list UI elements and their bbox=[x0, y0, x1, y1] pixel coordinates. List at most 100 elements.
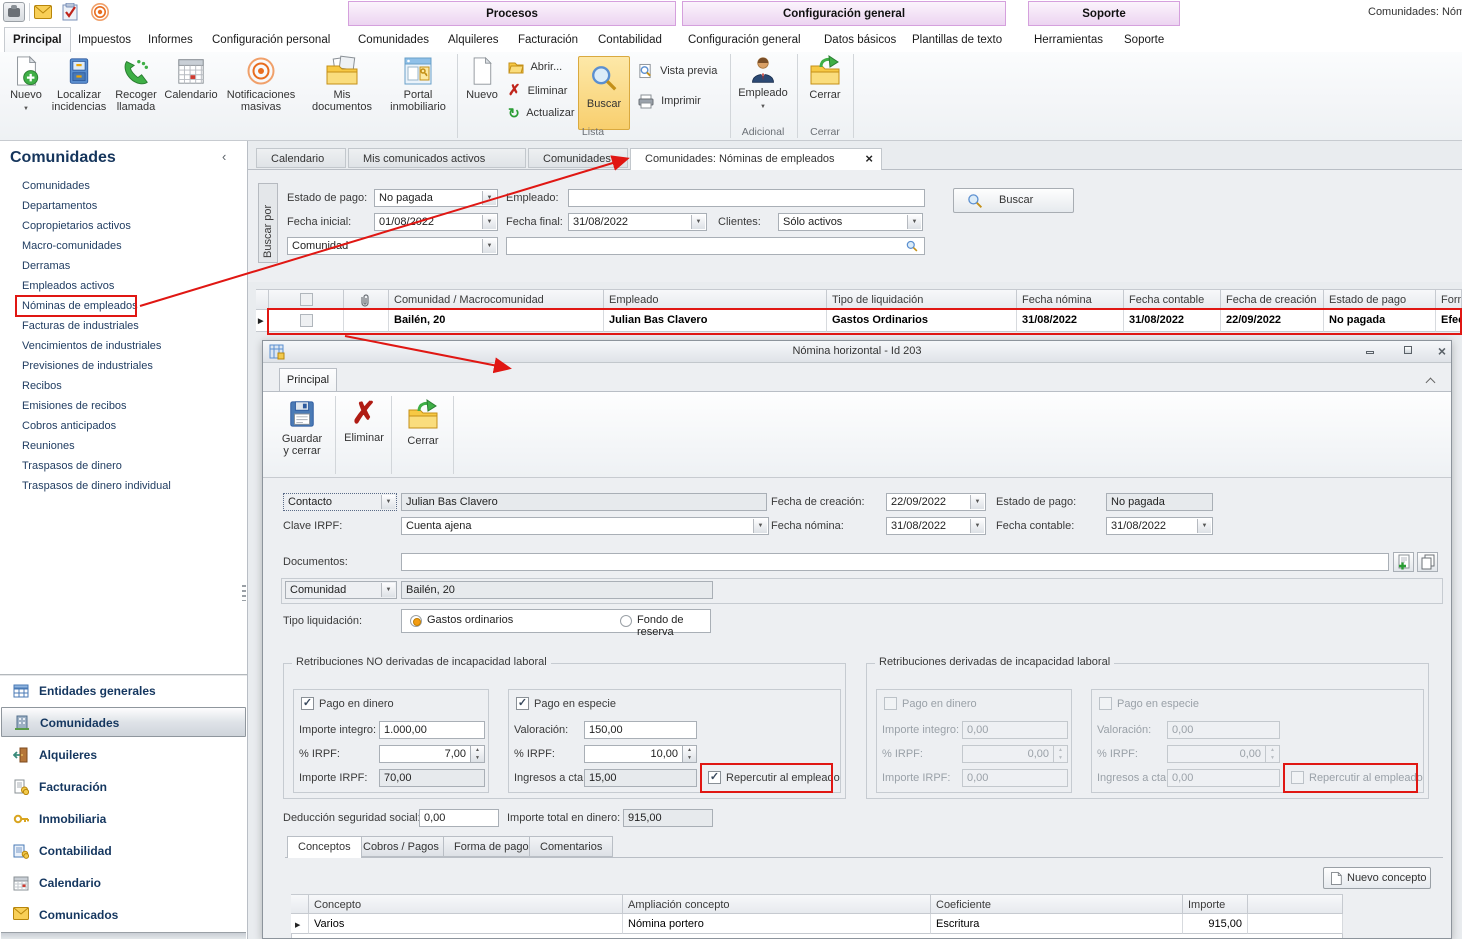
sidebar-item-facturas-de-industriales[interactable]: Facturas de industriales bbox=[0, 316, 246, 336]
radio-gastos-ordinarios[interactable] bbox=[410, 615, 422, 627]
pago-especie-label[interactable]: Pago en especie bbox=[534, 695, 616, 713]
conceptos-header-ampliacion[interactable]: Ampliación concepto bbox=[623, 894, 931, 914]
guardar-y-cerrar-button[interactable]: Guardary cerrar bbox=[273, 396, 331, 474]
collapse-ribbon-icon[interactable] bbox=[1427, 377, 1434, 389]
estado-pago-select[interactable]: No pagada ▼ bbox=[374, 189, 498, 207]
chevron-down-icon[interactable]: ▼ bbox=[381, 495, 395, 509]
sidebar-item-copropietarios-activos[interactable]: Copropietarios activos bbox=[0, 216, 246, 236]
repercutir-label-2[interactable]: Repercutir al empleado bbox=[1309, 769, 1423, 787]
tab-comunidades[interactable]: Comunidades bbox=[350, 28, 437, 52]
contacto-combo[interactable]: Contacto ▼ bbox=[283, 493, 397, 511]
ribbon-nuevo-button[interactable]: Nuevo ▼ bbox=[4, 55, 48, 113]
tab-forma-de-pago[interactable]: Forma de pago bbox=[443, 836, 540, 857]
chevron-down-icon[interactable]: ▼ bbox=[970, 519, 984, 533]
documentos-input[interactable] bbox=[401, 553, 1389, 571]
tab-conceptos[interactable]: Conceptos bbox=[287, 836, 362, 858]
sidebar-item-reuniones[interactable]: Reuniones bbox=[0, 436, 246, 456]
doc-tab-comunidades[interactable]: Comunidades bbox=[528, 148, 628, 168]
sidebar-item-emisiones-de-recibos[interactable]: Emisiones de recibos bbox=[0, 396, 246, 416]
nav-entidades-generales[interactable]: Entidades generales bbox=[1, 676, 246, 706]
radio-gastos-ordinarios-label[interactable]: Gastos ordinarios bbox=[427, 614, 513, 626]
comunidad-combo[interactable]: Comunidad ▼ bbox=[285, 581, 397, 599]
contacto-value-field[interactable]: Julian Bas Clavero bbox=[401, 493, 767, 511]
ribbon-portal-inmobiliario-button[interactable]: Portal inmobiliario bbox=[385, 55, 451, 113]
grid-header-tipo[interactable]: Tipo de liquidación bbox=[827, 289, 1017, 310]
nuevo-concepto-button[interactable]: Nuevo concepto bbox=[1323, 867, 1431, 889]
ribbon-notificaciones-masivas-button[interactable]: Notificaciones masivas bbox=[221, 55, 301, 113]
conceptos-row-coeficiente[interactable]: Escritura bbox=[931, 914, 1183, 934]
nav-comunidades[interactable]: Comunidades bbox=[1, 707, 246, 737]
ribbon-abrir-button[interactable]: Abrir... bbox=[508, 58, 562, 76]
pago-dinero-label-2[interactable]: Pago en dinero bbox=[902, 695, 977, 713]
empleado-input[interactable] bbox=[568, 189, 925, 207]
tab-cobros-pagos[interactable]: Cobros / Pagos bbox=[352, 836, 450, 857]
row-forma-cell[interactable]: Efect bbox=[1436, 310, 1462, 332]
radio-fondo-reserva-label[interactable]: Fondo de reserva bbox=[637, 614, 710, 638]
tab-datos-basicos[interactable]: Datos básicos bbox=[816, 28, 904, 52]
ribbon-mis-documentos-button[interactable]: Mis documentos bbox=[303, 55, 381, 113]
close-tab-icon[interactable]: × bbox=[865, 149, 873, 169]
close-icon[interactable]: × bbox=[1433, 345, 1451, 359]
grid-header-forma[interactable]: Forma bbox=[1436, 289, 1462, 310]
pct-irpf-input[interactable]: 7,00 bbox=[379, 745, 471, 763]
grid-header-fecha-creacion[interactable]: Fecha de creación bbox=[1221, 289, 1324, 310]
doc-tab-mis-comunicados[interactable]: Mis comunicados activos bbox=[348, 148, 526, 168]
importe-integro-input[interactable]: 1.000,00 bbox=[379, 721, 485, 739]
grid-header-fecha-contable[interactable]: Fecha contable bbox=[1124, 289, 1221, 310]
chevron-down-icon[interactable]: ▼ bbox=[381, 583, 395, 597]
conceptos-row-ampliacion[interactable]: Nómina portero bbox=[623, 914, 931, 934]
dialog-tab-principal[interactable]: Principal bbox=[279, 368, 337, 391]
chevron-down-icon[interactable]: ▼ bbox=[482, 191, 496, 205]
ribbon-buscar-button[interactable]: Buscar bbox=[578, 56, 630, 130]
pago-dinero-label[interactable]: Pago en dinero bbox=[319, 695, 394, 713]
sidebar-item-cobros-anticipados[interactable]: Cobros anticipados bbox=[0, 416, 246, 436]
tab-impuestos[interactable]: Impuestos bbox=[70, 28, 139, 52]
ribbon-cerrar-button[interactable]: Cerrar bbox=[801, 55, 849, 101]
grid-header-empleado[interactable]: Empleado bbox=[604, 289, 827, 310]
pago-especie-checkbox[interactable]: ✓ bbox=[516, 697, 529, 710]
repercutir-label[interactable]: Repercutir al empleado bbox=[726, 769, 840, 787]
row-tipo-cell[interactable]: Gastos Ordinarios bbox=[827, 310, 1017, 332]
fecha-creacion-select[interactable]: 22/09/2022 ▼ bbox=[886, 493, 986, 511]
conceptos-header-coeficiente[interactable]: Coeficiente bbox=[931, 894, 1183, 914]
maximize-icon[interactable] bbox=[1399, 345, 1417, 359]
chevron-down-icon[interactable]: ▼ bbox=[753, 519, 767, 533]
tab-alquileres[interactable]: Alquileres bbox=[440, 28, 507, 52]
doc-tab-nominas-empleados[interactable]: Comunidades: Nóminas de empleados × bbox=[630, 148, 882, 170]
tab-herramientas[interactable]: Herramientas bbox=[1026, 28, 1111, 52]
fecha-contable-select[interactable]: 31/08/2022 ▼ bbox=[1106, 517, 1213, 535]
documentos-copy-button[interactable] bbox=[1417, 552, 1438, 572]
ribbon-lista-nuevo-button[interactable]: Nuevo bbox=[461, 55, 503, 101]
repercutir-checkbox[interactable]: ✓ bbox=[708, 771, 721, 784]
tab-configuracion-personal[interactable]: Configuración personal bbox=[204, 28, 338, 52]
conceptos-header-importe[interactable]: Importe bbox=[1183, 894, 1248, 914]
ribbon-imprimir-button[interactable]: Imprimir bbox=[638, 92, 701, 110]
nav-facturacion[interactable]: Facturación bbox=[1, 772, 246, 802]
documentos-add-button[interactable] bbox=[1393, 552, 1414, 572]
nav-comunicados[interactable]: Comunicados bbox=[1, 900, 246, 930]
dialog-eliminar-button[interactable]: ✗ Eliminar bbox=[341, 396, 387, 474]
grid-header-comunidad[interactable]: Comunidad / Macrocomunidad bbox=[389, 289, 604, 310]
sidebar-item-traspasos-de-dinero[interactable]: Traspasos de dinero bbox=[0, 456, 246, 476]
minimize-icon[interactable] bbox=[1361, 345, 1379, 359]
pago-dinero-checkbox-2[interactable] bbox=[884, 697, 897, 710]
chevron-down-icon[interactable]: ▼ bbox=[970, 495, 984, 509]
pct-irpf2-input[interactable]: 10,00 bbox=[584, 745, 683, 763]
broadcast-icon[interactable] bbox=[90, 2, 110, 22]
buscar-button[interactable]: Buscar bbox=[953, 188, 1074, 213]
mail-icon[interactable] bbox=[34, 5, 52, 19]
tab-comentarios[interactable]: Comentarios bbox=[529, 836, 613, 857]
ribbon-empleado-button[interactable]: Empleado ▼ bbox=[736, 55, 790, 111]
chevron-down-icon[interactable]: ▼ bbox=[1197, 519, 1211, 533]
sidebar-item-previsiones-de-industriales[interactable]: Previsiones de industriales bbox=[0, 356, 246, 376]
deduccion-input[interactable]: 0,00 bbox=[419, 809, 499, 827]
ribbon-recoger-llamada-button[interactable]: Recoger llamada bbox=[110, 55, 162, 113]
app-icon[interactable] bbox=[3, 2, 25, 22]
nav-inmobiliaria[interactable]: Inmobiliaria bbox=[1, 804, 246, 834]
sidebar-item-empleados-activos[interactable]: Empleados activos bbox=[0, 276, 246, 296]
sidebar-item-macro-comunidades[interactable]: Macro-comunidades bbox=[0, 236, 246, 256]
nav-calendario[interactable]: Calendario bbox=[1, 868, 246, 898]
fecha-inicial-select[interactable]: 01/08/2022 ▼ bbox=[374, 213, 498, 231]
dialog-cerrar-button[interactable]: Cerrar bbox=[397, 396, 449, 474]
pct-irpf2-spinner[interactable]: ▲▼ bbox=[683, 745, 697, 763]
